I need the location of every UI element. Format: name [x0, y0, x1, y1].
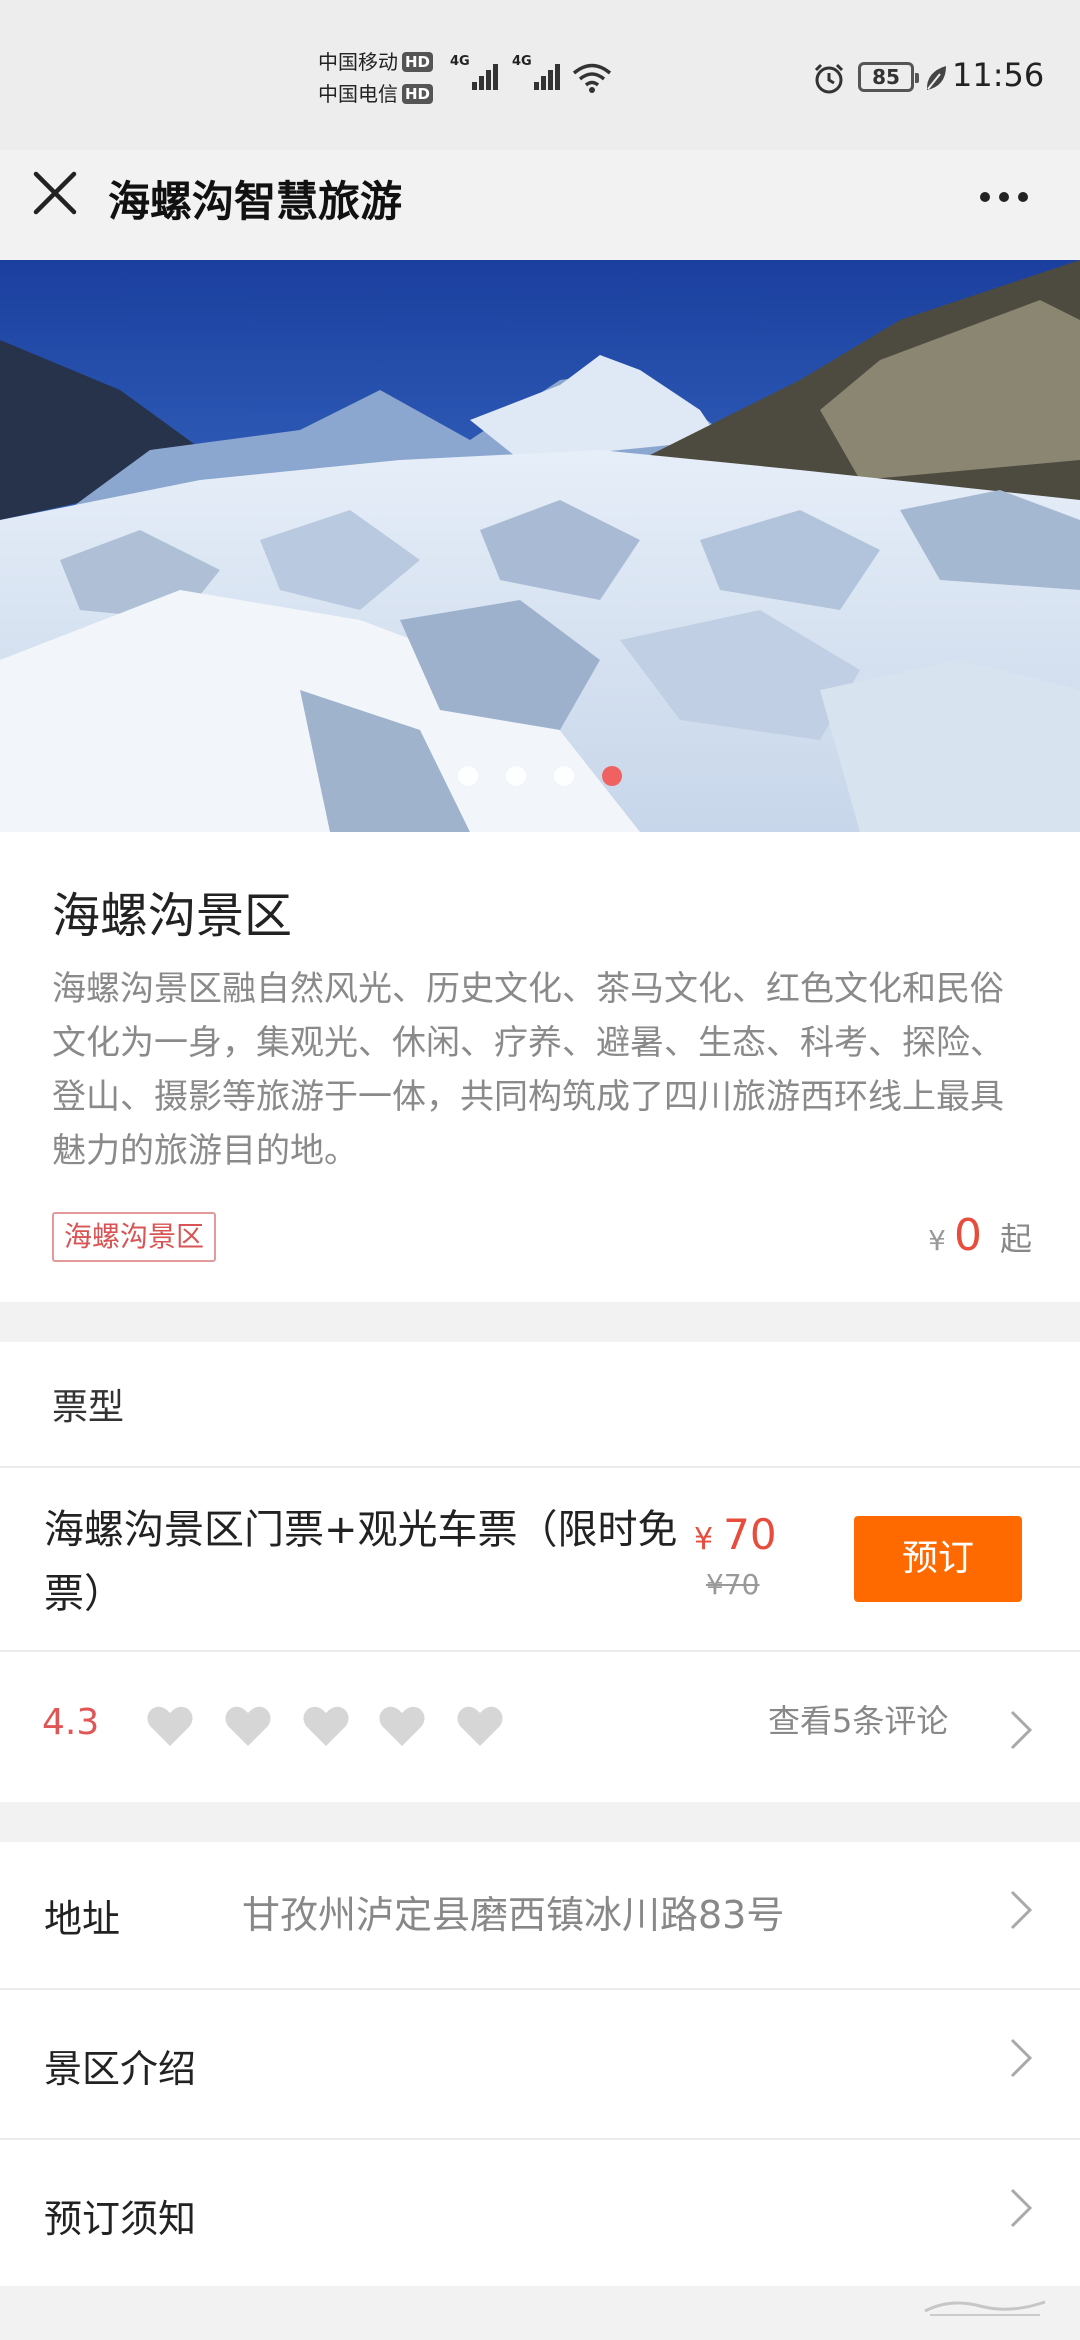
watermark-logo: [924, 2300, 1046, 2316]
battery-icon: 85: [858, 62, 919, 92]
chevron-right-icon[interactable]: [1006, 1886, 1036, 1934]
divider: [0, 1650, 1080, 1652]
carrier-1: 中国移动: [318, 50, 398, 74]
carousel-dot-active[interactable]: [602, 766, 622, 786]
heart-icon: [147, 1706, 193, 1746]
book-button[interactable]: 预订: [854, 1516, 1022, 1602]
scenic-description: 海螺沟景区融自然风光、历史文化、茶马文化、红色文化和民俗文化为一身，集观光、休闲…: [52, 969, 1004, 1171]
address-value: 甘孜州泸定县磨西镇冰川路83号: [242, 1893, 785, 1937]
ticket-original-price: ¥70: [706, 1568, 760, 1601]
booking-notice-label: 预订须知: [44, 2197, 197, 2241]
chevron-right-icon[interactable]: [1006, 2184, 1036, 2232]
chevron-right-icon[interactable]: [1006, 2034, 1036, 2082]
carrier-2: 中国电信: [318, 82, 398, 106]
starting-price: ¥ 0 起: [928, 1210, 1032, 1261]
chevron-right-icon[interactable]: [1006, 1706, 1036, 1754]
ticket-price-value: 70: [723, 1510, 777, 1559]
currency-symbol: ¥: [928, 1224, 946, 1257]
scenic-name: 海螺沟景区: [52, 888, 293, 944]
price-value: 0: [953, 1210, 982, 1261]
heart-icon: [457, 1706, 503, 1746]
divider: [0, 1988, 1080, 1990]
scenic-intro-label: 景区介绍: [44, 2047, 197, 2091]
currency-symbol: ¥: [694, 1522, 714, 1557]
ticket-name: 海螺沟景区门票+观光车票（限时免票）: [44, 1507, 678, 1617]
view-reviews-link[interactable]: 查看5条评论: [768, 1696, 948, 1742]
divider: [0, 1466, 1080, 1468]
wifi-icon: [572, 63, 612, 93]
carousel-dot[interactable]: [506, 766, 526, 786]
close-icon[interactable]: [28, 166, 82, 220]
leaf-icon: [926, 66, 946, 90]
banner-image: [0, 260, 1080, 832]
address-label: 地址: [44, 1897, 121, 1941]
carrier-info: 中国移动 HD 中国电信 HD: [318, 46, 434, 110]
heart-icon: [379, 1706, 425, 1746]
heart-icon: [303, 1706, 349, 1746]
rating-score: 4.3: [42, 1702, 100, 1743]
scenic-tag[interactable]: 海螺沟景区: [52, 1212, 217, 1262]
hd-badge: HD: [402, 84, 434, 104]
alarm-icon: [814, 63, 844, 94]
ticket-section-title: 票型: [52, 1387, 125, 1428]
heart-icon: [225, 1706, 271, 1746]
clock: 11:56: [952, 56, 1045, 94]
carousel-dot[interactable]: [554, 766, 574, 786]
ticket-price: ¥ 70: [694, 1510, 777, 1559]
carousel-dot[interactable]: [458, 766, 478, 786]
divider: [0, 2138, 1080, 2140]
banner-carousel[interactable]: [0, 260, 1080, 832]
more-icon[interactable]: [974, 180, 1034, 210]
page-title: 海螺沟智慧旅游: [108, 177, 403, 226]
price-suffix: 起: [999, 1220, 1032, 1258]
status-bar: 中国移动 HD 中国电信 HD 4G 4G 85 11:56: [0, 0, 1080, 150]
carousel-indicators[interactable]: [0, 766, 1080, 788]
hd-badge: HD: [402, 52, 434, 72]
